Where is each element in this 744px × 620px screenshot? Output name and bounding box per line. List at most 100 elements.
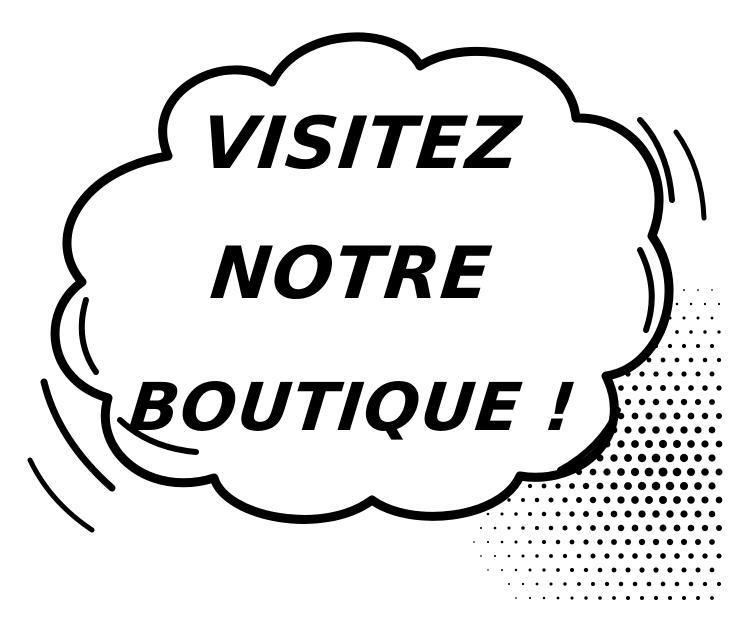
halftone-dot <box>569 511 575 517</box>
halftone-dot <box>548 525 554 531</box>
halftone-dot <box>680 426 688 434</box>
halftone-dot <box>624 454 632 462</box>
bubble-line-3: BOUTIQUE ! <box>125 369 580 446</box>
halftone-dot <box>680 398 688 406</box>
halftone-dot <box>702 581 708 587</box>
halftone-dot <box>584 596 588 600</box>
halftone-dot <box>681 567 687 573</box>
halftone-dot <box>583 539 589 545</box>
halftone-dot <box>542 568 546 572</box>
halftone-dot <box>603 496 611 504</box>
halftone-dot <box>703 302 707 306</box>
halftone-dot <box>709 371 715 377</box>
halftone-dot <box>682 316 686 320</box>
halftone-dot <box>638 510 646 518</box>
halftone-dot <box>653 595 659 601</box>
halftone-dot <box>569 483 575 489</box>
halftone-dot <box>711 289 713 291</box>
halftone-dot <box>639 567 645 573</box>
halftone-dot <box>480 555 482 557</box>
halftone-dot <box>675 302 679 306</box>
halftone-dot <box>658 439 668 449</box>
halftone-dot <box>682 596 686 600</box>
halftone-dot <box>695 539 701 545</box>
halftone-dot <box>674 385 680 391</box>
halftone-dot <box>591 582 595 586</box>
halftone-dot <box>710 344 714 348</box>
halftone-dot <box>667 371 673 377</box>
halftone-dot <box>715 412 723 420</box>
halftone-dot <box>679 453 689 463</box>
halftone-dot <box>659 524 667 532</box>
halftone-dot <box>542 540 546 544</box>
halftone-dot <box>514 568 518 572</box>
halftone-dot <box>527 511 533 517</box>
halftone-dot <box>665 453 675 463</box>
halftone-dot <box>493 554 497 558</box>
halftone-dot <box>596 510 604 518</box>
halftone-dot <box>666 398 674 406</box>
halftone-dot <box>660 357 666 363</box>
halftone-dot <box>695 343 701 349</box>
halftone-dot <box>486 512 490 516</box>
halftone-dot <box>672 467 682 477</box>
halftone-dot <box>639 595 645 601</box>
halftone-dot <box>667 567 673 573</box>
halftone-dot <box>624 482 632 490</box>
halftone-dot <box>709 539 715 545</box>
halftone-dot <box>652 538 660 546</box>
halftone-dot <box>666 426 674 434</box>
halftone-dot <box>590 553 596 559</box>
halftone-dot <box>708 454 716 462</box>
halftone-dot <box>632 553 638 559</box>
halftone-dot <box>515 597 517 599</box>
halftone-dot <box>701 524 709 532</box>
halftone-dot <box>569 539 575 545</box>
halftone-dot <box>521 554 525 558</box>
halftone-dot <box>652 426 660 434</box>
halftone-dot <box>716 525 722 531</box>
halftone-dot <box>645 496 653 504</box>
halftone-dot <box>637 453 647 463</box>
halftone-dot <box>507 498 511 502</box>
halftone-dot <box>716 553 722 559</box>
halftone-dot <box>562 553 568 559</box>
halftone-dot <box>617 524 625 532</box>
halftone-dot <box>556 596 560 600</box>
halftone-dot <box>603 468 611 476</box>
halftone-dot <box>666 510 674 518</box>
halftone-dot <box>597 567 603 573</box>
halftone-dot <box>549 554 553 558</box>
motion-line <box>673 129 707 221</box>
halftone-dot <box>674 357 680 363</box>
halftone-dot <box>651 481 661 491</box>
halftone-dot <box>493 526 497 530</box>
halftone-dot <box>611 539 617 545</box>
bubble-line-2: NOTRE <box>207 232 496 316</box>
halftone-dot <box>674 581 680 587</box>
halftone-dot <box>528 596 532 600</box>
halftone-dot <box>562 525 568 531</box>
halftone-dot <box>688 385 694 391</box>
halftone-dot <box>681 371 687 377</box>
halftone-dot <box>689 302 693 306</box>
halftone-dot <box>631 412 639 420</box>
halftone-dot <box>598 596 602 600</box>
halftone-dot <box>624 538 632 546</box>
halftone-dot <box>535 554 539 558</box>
halftone-dot <box>534 525 540 531</box>
halftone-dot <box>624 510 632 518</box>
halftone-dot <box>674 553 680 559</box>
halftone-dot <box>651 453 661 463</box>
halftone-dot <box>610 454 618 462</box>
halftone-dot <box>695 371 701 377</box>
halftone-dot <box>555 539 561 545</box>
halftone-dot <box>507 554 511 558</box>
halftone-dot <box>521 498 525 502</box>
halftone-dot <box>702 553 708 559</box>
halftone-dot <box>646 385 652 391</box>
halftone-dot <box>582 482 590 490</box>
halftone-dot <box>514 540 518 544</box>
halftone-dot <box>658 467 668 477</box>
halftone-dot <box>717 330 721 334</box>
